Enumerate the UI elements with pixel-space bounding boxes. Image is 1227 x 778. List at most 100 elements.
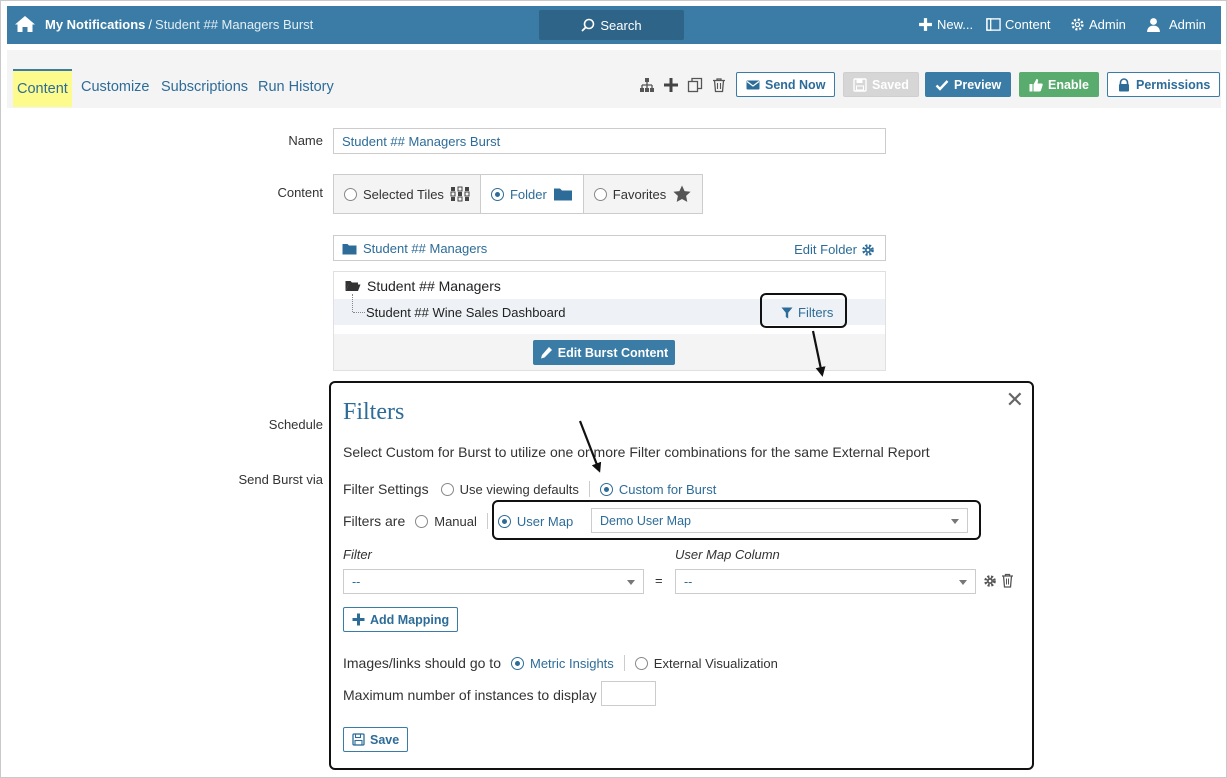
dialog-title: Filters	[343, 399, 405, 425]
tree-root-item[interactable]: Student ## Managers	[345, 278, 501, 294]
lock-icon	[1119, 77, 1129, 91]
option-divider	[486, 513, 488, 529]
metric-insights-label: Metric Insights	[529, 655, 614, 671]
plus-icon	[919, 18, 932, 31]
custom-for-burst-radio[interactable]	[599, 482, 613, 496]
save-button[interactable]: Save	[343, 727, 409, 752]
close-icon[interactable]: ✕	[1006, 389, 1024, 411]
user-icon	[1147, 18, 1160, 32]
user-map-column-select-value: --	[684, 575, 693, 589]
content-option-folder[interactable]: Folder	[480, 175, 584, 213]
admin-menu[interactable]: Admin	[1070, 17, 1126, 32]
plus-icon	[352, 613, 365, 626]
custom-for-burst-option[interactable]: Custom for Burst	[599, 482, 716, 497]
gear-icon	[862, 243, 874, 256]
tree-connector	[352, 294, 353, 312]
edit-burst-content-label: Edit Burst Content	[557, 345, 669, 360]
filters-are-label: Filters are	[343, 513, 406, 529]
saved-button[interactable]: Saved	[843, 72, 919, 97]
tab-customize[interactable]: Customize	[77, 69, 154, 107]
use-viewing-defaults-label: Use viewing defaults	[459, 481, 579, 497]
content-menu[interactable]: Content	[986, 17, 1051, 32]
tab-subscriptions[interactable]: Subscriptions	[157, 69, 252, 107]
breadcrumb-separator: /	[148, 17, 153, 32]
edit-folder-link[interactable]: Edit Folder	[794, 242, 875, 257]
breadcrumb-current: Student ## Managers Burst	[155, 17, 314, 32]
folder-icon	[553, 188, 572, 201]
search-label: Search	[600, 17, 642, 33]
edit-burst-content-button[interactable]: Edit Burst Content	[533, 340, 675, 365]
trash-icon[interactable]	[1001, 573, 1014, 588]
filter-select[interactable]: --	[343, 569, 644, 594]
dialog-description: Select Custom for Burst to utilize one o…	[343, 444, 930, 460]
selected-tiles-label: Selected Tiles	[363, 186, 444, 202]
add-icon[interactable]	[663, 77, 679, 93]
external-visualization-radio[interactable]	[634, 656, 648, 670]
tree-child-item[interactable]: Student ## Wine Sales Dashboard	[366, 305, 565, 320]
name-input[interactable]	[333, 128, 886, 154]
enable-button[interactable]: Enable	[1019, 72, 1099, 97]
gear-icon	[1071, 18, 1084, 31]
user-menu[interactable]: Admin	[1146, 17, 1206, 32]
home-icon[interactable]	[14, 15, 36, 33]
manual-radio[interactable]	[415, 514, 429, 528]
max-instances-input[interactable]	[601, 681, 656, 706]
external-visualization-label: External Visualization	[653, 655, 778, 671]
selected-tiles-radio[interactable]	[344, 187, 357, 201]
folder-open-icon	[345, 281, 361, 291]
add-mapping-label: Add Mapping	[370, 612, 450, 627]
max-instances-label: Maximum number of instances to display	[343, 687, 597, 703]
envelope-icon	[746, 80, 760, 89]
copy-icon[interactable]	[687, 77, 703, 93]
use-viewing-defaults-radio[interactable]	[440, 482, 454, 496]
external-visualization-option[interactable]: External Visualization	[634, 655, 778, 671]
preview-button[interactable]: Preview	[925, 72, 1012, 97]
new-menu[interactable]: New...	[918, 17, 973, 32]
images-links-row: Images/links should go to Metric Insight…	[343, 655, 778, 671]
filter-settings-label: Filter Settings	[343, 481, 429, 497]
star-icon	[673, 185, 691, 202]
tab-strip: Content Customize Subscriptions Run Hist…	[7, 50, 1221, 108]
content-option-selected-tiles[interactable]: Selected Tiles	[334, 175, 481, 213]
new-label: New...	[937, 17, 974, 32]
saved-label: Saved	[872, 77, 909, 92]
user-map-callout-box	[492, 500, 981, 540]
metric-insights-radio[interactable]	[510, 656, 524, 670]
user-map-column-select[interactable]: --	[675, 569, 976, 594]
filter-select-value: --	[352, 575, 361, 589]
search-button[interactable]: Search	[539, 10, 684, 40]
tiles-grid-icon	[450, 186, 470, 202]
filters-dialog: ✕ Filters Select Custom for Burst to uti…	[329, 381, 1034, 770]
breadcrumb-my-notifications[interactable]: My Notifications	[45, 17, 145, 32]
send-burst-via-label: Send Burst via	[238, 472, 323, 487]
content-label: Content	[1005, 17, 1051, 32]
favorites-radio[interactable]	[593, 187, 607, 201]
tab-run-history[interactable]: Run History	[254, 69, 338, 107]
add-mapping-button[interactable]: Add Mapping	[343, 607, 459, 632]
folder-name: Student ## Managers	[342, 241, 487, 256]
floppy-disk-icon	[352, 733, 365, 746]
breadcrumb: My Notifications / Student ## Managers Bur…	[45, 17, 313, 32]
preview-label: Preview	[954, 77, 1002, 92]
manual-option[interactable]: Manual	[415, 514, 477, 529]
favorites-label: Favorites	[612, 186, 667, 202]
floppy-disk-icon	[853, 77, 867, 92]
tab-content[interactable]: Content	[13, 69, 72, 107]
gear-icon[interactable]	[983, 574, 997, 588]
hierarchy-icon[interactable]	[639, 77, 655, 93]
images-links-label: Images/links should go to	[343, 655, 501, 671]
name-label: Name	[288, 133, 323, 148]
permissions-button[interactable]: Permissions	[1107, 72, 1221, 97]
metric-insights-option[interactable]: Metric Insights	[510, 655, 614, 671]
user-label: Admin	[1169, 17, 1206, 32]
content-option-favorites[interactable]: Favorites	[584, 175, 702, 213]
content-window-icon	[986, 18, 1001, 31]
trash-icon[interactable]	[711, 77, 727, 93]
use-viewing-defaults-option[interactable]: Use viewing defaults	[440, 481, 579, 497]
folder-radio[interactable]	[490, 187, 504, 201]
user-map-column-header: User Map Column	[675, 547, 780, 562]
thumbs-up-icon	[1029, 78, 1043, 91]
send-now-button[interactable]: Send Now	[736, 72, 836, 97]
content-type-selector: Selected Tiles Folder Favorites	[333, 174, 704, 214]
pencil-icon	[540, 347, 552, 359]
